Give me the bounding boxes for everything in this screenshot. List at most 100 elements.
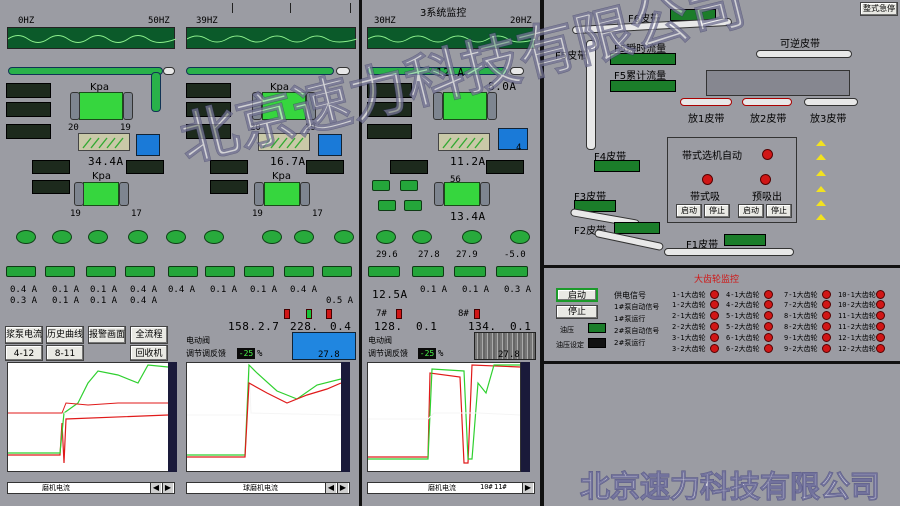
selector-pre-blow-lamp [760,174,771,185]
p2-frequency-wave [186,27,358,49]
p1-roll2-right-num: 17 [131,209,142,219]
p3-percent-value[interactable]: -25 [418,348,436,359]
p2-mill-motor-3[interactable] [244,266,274,277]
p3-feed-motor-3[interactable] [378,200,396,211]
p1-screen-motor[interactable] [136,134,160,156]
p2-trend-scrollbar[interactable]: 球磨机电流 ◀ ▶ [186,482,350,494]
p1-trend-scrollbar[interactable]: 磨机电流 ◀ ▶ [7,482,175,494]
emergency-stop-button[interactable]: 整式急停 [860,2,898,16]
p1-second-press[interactable] [83,182,119,206]
p1-pump-3[interactable] [88,230,108,244]
p1-mill-motor-3[interactable] [86,266,116,277]
p1-freq-min: 0HZ [18,16,35,26]
p1-second-roll-left [74,182,84,206]
p3-mill-motor-1[interactable] [368,266,400,277]
gear-label: 8-1大齿轮 [784,312,818,320]
p2-roller-press[interactable] [262,92,306,120]
p3-feed-motor-1[interactable] [372,180,390,191]
p2-roller-right [306,92,316,120]
p2-mill-motor-2[interactable] [205,266,235,277]
p1-roller-end [163,67,175,75]
gear-status-lamp [822,300,831,309]
p3-feed-motor-2[interactable] [400,180,418,191]
p2-mill-motor-5[interactable] [322,266,352,277]
f1-belt-readout [724,234,766,246]
p1-pump-2[interactable] [52,230,72,244]
p3-scroll-right-icon[interactable]: ▶ [522,483,533,493]
p3-mill-motor-2[interactable] [412,266,444,277]
oil-pressure-set-input[interactable] [588,338,606,348]
p3-readout-3 [367,124,412,139]
p3-screen-motor[interactable] [498,128,528,150]
p3-feed-motor-4[interactable] [404,200,422,211]
gear-label: 2-1大齿轮 [672,312,706,320]
p3-vibrating-screen [438,133,490,151]
p3-mill-current-2: 0.1 A [420,285,448,295]
selector-stop2-button[interactable]: 停止 [766,204,792,218]
gear-label: 6-2大齿轮 [726,345,760,353]
p1-pump-1[interactable] [16,230,36,244]
gear-label: 5-2大齿轮 [726,323,760,331]
unload-belt-1 [680,98,732,106]
p2-pump-2[interactable] [262,230,282,244]
p3-pump-4[interactable] [510,230,530,244]
selector-stop-button[interactable]: 停止 [704,204,730,218]
p3-mill-motor-4[interactable] [496,266,528,277]
p1-scroll-left-icon[interactable]: ◀ [150,483,161,493]
p2-second-press[interactable] [264,182,300,206]
history-curve-button[interactable]: 历史曲线 [46,326,84,344]
p3-pump-3[interactable] [462,230,482,244]
p2-mill-motor-4[interactable] [284,266,314,277]
range-4-12-button[interactable]: 4-12 [5,345,43,361]
p2-mill-motor-1[interactable] [168,266,198,277]
p1-pump-5[interactable] [166,230,186,244]
p1-scroll-right-icon[interactable]: ▶ [162,483,173,493]
p1-frequency-wave [7,27,177,49]
p2-kpa-unit-lower: Kpa [272,171,292,182]
p2-percent-value[interactable]: -25 [237,348,255,359]
alarm-screen-button[interactable]: 报警画面 [88,326,126,344]
gear-status-lamp [822,290,831,299]
p1-mill-motor-1[interactable] [6,266,36,277]
p3-mill-motor-3[interactable] [454,266,486,277]
p2-scroll-left-icon[interactable]: ◀ [325,483,336,493]
p2-roll-right-num: 19 [305,123,316,133]
p1-pump-4[interactable] [128,230,148,244]
gear-status-lamp [876,322,885,331]
p1-screen-current: 34.4A [88,155,124,168]
gear-stop-button[interactable]: 停止 [556,305,598,319]
p1-mill-current-6: 0.1 A [52,296,80,306]
p2-pump-3[interactable] [294,230,314,244]
gear-start-button[interactable]: 启动 [556,288,598,302]
gear-status-lamp [876,344,885,353]
selector-start2-button[interactable]: 启动 [738,204,764,218]
p2-screen-motor[interactable] [318,134,342,156]
pump-current-button[interactable]: 浆泵电流 [5,326,43,344]
p1-mill-motor-2[interactable] [45,266,75,277]
p3-second-press[interactable] [444,182,480,206]
range-8-11-button[interactable]: 8-11 [46,345,84,361]
p1-vertical-belt [151,72,161,112]
gear-panel-title: 大齿轮监控 [694,275,740,285]
p2-roll-left-num: 20 [250,123,261,133]
p2-wave-svg [186,35,358,43]
p2-regulator-label: 调节调反馈 [186,349,226,358]
p1-trend-axis [168,362,177,472]
p3-pump-2[interactable] [412,230,432,244]
selector-start-button[interactable]: 启动 [676,204,702,218]
gear-status-lamp [876,333,885,342]
p2-pump-1[interactable] [204,230,224,244]
p2-pump-4[interactable] [334,230,354,244]
p2-trend-chart [186,362,342,472]
p3-roller-press[interactable] [443,92,487,120]
p2-scroll-right-icon[interactable]: ▶ [337,483,348,493]
p3-pump-1[interactable] [376,230,396,244]
all-process-button[interactable]: 全流程 [130,326,168,344]
p3-trend-scrollbar[interactable]: 磨机电流 10# 11# ▶ [367,482,535,494]
p1-mill-motor-4[interactable] [125,266,155,277]
p2-trend-axis [341,362,350,472]
p3-mill-current-4: 0.3 A [504,285,532,295]
p1-roller-press[interactable] [79,92,123,120]
recovery-machine-button[interactable]: 回收机 [130,345,168,361]
p1-readout-1 [6,83,51,98]
